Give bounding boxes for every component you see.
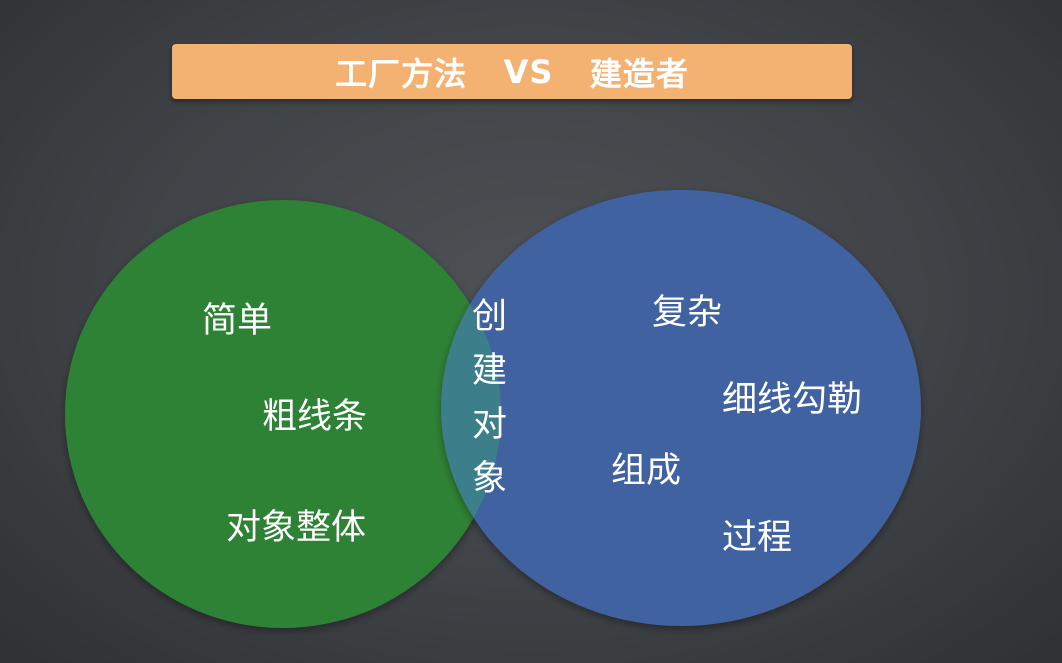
overlap-label: 创 建 对 象: [472, 290, 507, 506]
overlap-char-2: 建: [472, 351, 508, 391]
left-item-object-whole: 对象整体: [226, 508, 367, 548]
right-item-process: 过程: [722, 518, 793, 558]
overlap-char-4: 象: [472, 459, 508, 499]
right-item-composition: 组成: [611, 451, 682, 491]
overlap-char-1: 创: [472, 297, 508, 337]
right-item-fine-outline: 细线勾勒: [722, 380, 863, 420]
right-item-complex: 复杂: [652, 293, 723, 333]
left-item-coarse-lines: 粗线条: [262, 397, 368, 437]
left-item-simple: 简单: [202, 301, 273, 341]
overlap-char-3: 对: [472, 405, 508, 445]
venn-diagram: [65, 190, 921, 628]
